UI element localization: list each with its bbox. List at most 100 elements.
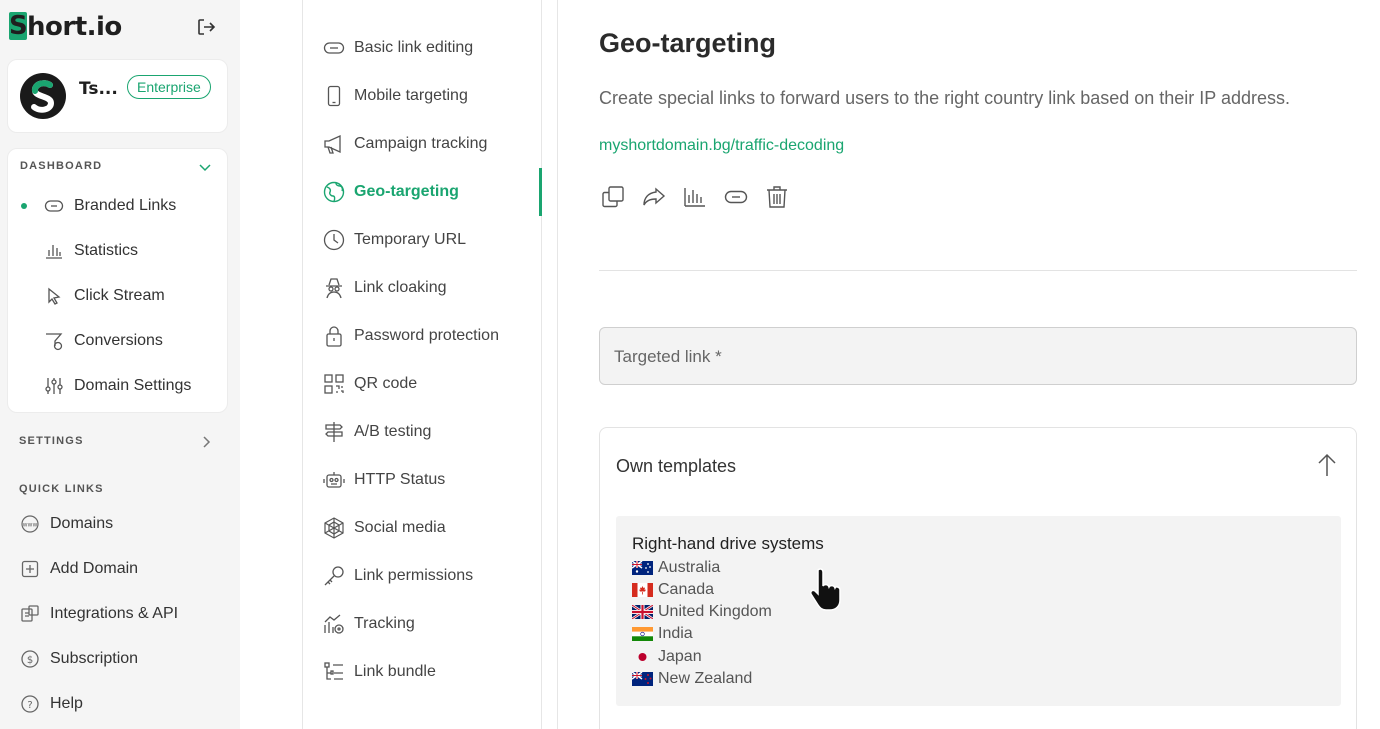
sidebar-item-add-domain[interactable]: Add Domain: [20, 557, 138, 581]
megaphone-icon: [323, 133, 345, 155]
chevron-right-icon[interactable]: [200, 434, 214, 448]
targeted-link-input[interactable]: Targeted link *: [599, 327, 1357, 385]
menu-item-link-permissions[interactable]: Link permissions: [323, 563, 473, 589]
tracking-icon: [323, 613, 345, 635]
robot-icon: [323, 469, 345, 491]
sidebar-item-label: Add Domain: [50, 560, 139, 577]
menu-active-indicator: [539, 168, 542, 216]
country-name: New Zealand: [658, 670, 753, 687]
sidebar-item-subscription[interactable]: $ Subscription: [20, 647, 138, 671]
menu-item-basic-link-editing[interactable]: Basic link editing: [323, 35, 473, 61]
plus-square-icon: [20, 559, 40, 579]
menu-item-qr-code[interactable]: QR code: [323, 371, 417, 397]
menu-item-label: Geo-targeting: [354, 183, 459, 200]
dollar-icon: $: [20, 649, 40, 669]
account-name: Ts...: [79, 79, 118, 99]
menu-item-label: QR code: [354, 375, 418, 392]
sidebar-item-label: Conversions: [74, 332, 163, 349]
template-name: Right-hand drive systems: [632, 534, 824, 553]
hand-cursor-icon: [806, 566, 846, 612]
menu-item-social-media[interactable]: Social media: [323, 515, 446, 541]
sidebar-item-help[interactable]: ? Help: [20, 692, 83, 716]
stats-icon[interactable]: [683, 184, 707, 210]
brand-logo[interactable]: Short.io: [9, 12, 122, 42]
logout-icon[interactable]: [195, 16, 217, 38]
chevron-down-icon[interactable]: [198, 160, 212, 174]
svg-text:$: $: [27, 655, 33, 666]
quick-links-section-title: QUICK LINKS: [19, 483, 104, 495]
plan-badge: Enterprise: [127, 75, 211, 99]
menu-item-label: Mobile targeting: [354, 87, 468, 104]
clock-icon: [323, 229, 345, 251]
menu-item-mobile-targeting[interactable]: Mobile targeting: [323, 83, 468, 109]
settings-section-title[interactable]: SETTINGS: [19, 435, 84, 447]
country-name: Australia: [658, 559, 721, 576]
sidebar-item-label: Integrations & API: [50, 605, 179, 622]
arrow-up-icon[interactable]: [1316, 452, 1338, 478]
country-row: Canada: [632, 580, 714, 600]
country-name: Canada: [658, 581, 715, 598]
menu-item-label: Tracking: [354, 615, 415, 632]
menu-item-label: Password protection: [354, 327, 499, 344]
sidebar-item-domains[interactable]: www Domains: [20, 512, 113, 536]
sidebar-item-label: Domains: [50, 515, 114, 532]
sidebar-item-integrations[interactable]: Integrations & API: [20, 602, 178, 626]
sidebar-item-conversions[interactable]: Conversions: [44, 329, 163, 353]
own-templates-panel: Own templates Right-hand drive systems A…: [599, 427, 1357, 729]
templates-title: Own templates: [616, 456, 737, 476]
india-flag-icon: [632, 627, 653, 641]
link-icon: [323, 37, 345, 59]
trash-icon[interactable]: [765, 184, 789, 210]
menu-item-tracking[interactable]: Tracking: [323, 611, 415, 637]
short-link[interactable]: myshortdomain.bg/traffic-decoding: [599, 137, 844, 155]
lock-icon: [323, 325, 345, 347]
menu-item-link-cloaking[interactable]: Link cloaking: [323, 275, 447, 301]
globe-icon: [323, 181, 345, 203]
menu-item-temporary-url[interactable]: Temporary URL: [323, 227, 466, 253]
help-icon: ?: [20, 694, 40, 714]
menu-item-label: Basic link editing: [354, 39, 474, 56]
logo-mark: S: [9, 11, 28, 41]
japan-flag-icon: [632, 650, 653, 664]
country-name: India: [658, 625, 693, 642]
signpost-icon: [323, 421, 345, 443]
menu-item-label: HTTP Status: [354, 471, 446, 488]
sidebar-item-branded-links[interactable]: Branded Links: [44, 194, 176, 218]
feature-menu: Basic link editing Mobile targeting Camp…: [302, 0, 542, 729]
template-item[interactable]: Right-hand drive systems Australia Canad…: [616, 516, 1341, 706]
account-card[interactable]: Ts... Enterprise: [7, 59, 228, 133]
link-icon[interactable]: [724, 184, 748, 210]
menu-item-label: A/B testing: [354, 423, 432, 440]
united-kingdom-flag-icon: [632, 605, 653, 619]
country-row: Japan: [632, 647, 702, 667]
sidebar-item-label: Click Stream: [74, 287, 165, 304]
menu-item-campaign-tracking[interactable]: Campaign tracking: [323, 131, 487, 157]
australia-flag-icon: [632, 561, 653, 575]
menu-item-geo-targeting[interactable]: Geo-targeting: [323, 179, 459, 205]
dashboard-section-title[interactable]: DASHBOARD: [20, 160, 102, 172]
menu-item-password-protection[interactable]: Password protection: [323, 323, 499, 349]
menu-item-http-status[interactable]: HTTP Status: [323, 467, 445, 493]
page-title: Geo-targeting: [599, 28, 777, 58]
sidebar-item-label: Statistics: [74, 242, 139, 259]
canada-flag-icon: [632, 583, 653, 597]
sidebar-item-label: Branded Links: [74, 197, 177, 214]
country-row: New Zealand: [632, 669, 752, 689]
web-icon: [323, 517, 345, 539]
list-tree-icon: [323, 661, 345, 683]
sidebar-item-click-stream[interactable]: Click Stream: [44, 284, 165, 308]
logo-row: Short.io: [9, 10, 229, 46]
sidebar-item-label: Subscription: [50, 650, 139, 667]
menu-item-ab-testing[interactable]: A/B testing: [323, 419, 431, 445]
sidebar-item-statistics[interactable]: Statistics: [44, 239, 138, 263]
share-icon[interactable]: [642, 184, 666, 210]
menu-item-link-bundle[interactable]: Link bundle: [323, 659, 436, 685]
menu-item-label: Temporary URL: [354, 231, 467, 248]
sidebar-item-label: Help: [50, 695, 83, 712]
copy-icon[interactable]: [601, 184, 625, 210]
country-row: Australia: [632, 558, 720, 578]
menu-item-label: Campaign tracking: [354, 135, 488, 152]
sidebar-item-domain-settings[interactable]: Domain Settings: [44, 374, 191, 398]
menu-item-label: Link cloaking: [354, 279, 447, 296]
section-divider: [599, 270, 1357, 271]
